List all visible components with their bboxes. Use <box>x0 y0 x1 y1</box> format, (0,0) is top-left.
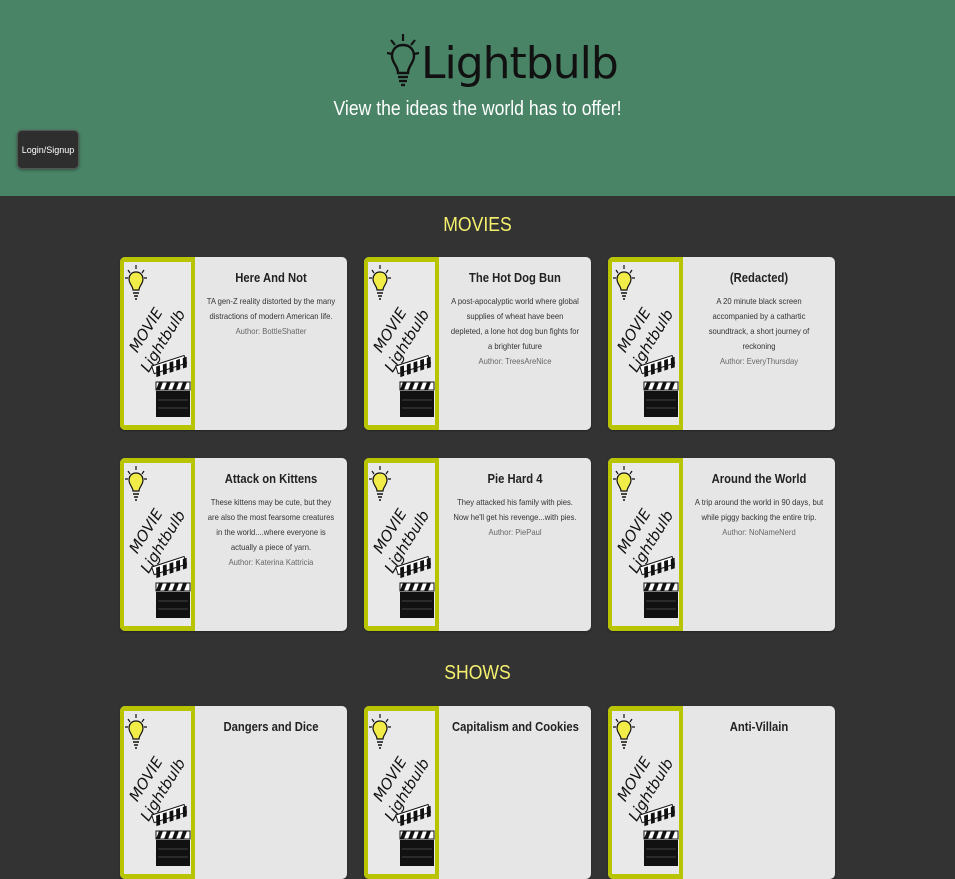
card-title: Attack on Kittens <box>224 472 318 486</box>
clapperboard-icon <box>395 354 435 417</box>
idea-card[interactable]: MOVIE Lightbulb Here And Not TA gen-Z reali… <box>120 257 347 430</box>
logo-text: Lightbulb <box>421 37 619 89</box>
lightbulb-icon <box>387 34 419 87</box>
login-signup-button[interactable]: Login/Signup <box>17 130 79 169</box>
card-title: Capitalism and Cookies <box>452 720 579 734</box>
card-description: A post-apocalyptic world where global su… <box>450 296 580 351</box>
movie-poster-image: MOVIE Lightbulb <box>120 706 195 879</box>
card-author: Author: BottleShatter <box>235 326 307 336</box>
movie-poster-image: MOVIE Lightbulb <box>608 257 683 430</box>
movie-poster-image: MOVIE Lightbulb <box>364 257 439 430</box>
card-title: Dangers and Dice <box>223 720 319 734</box>
clapperboard-icon <box>151 555 191 618</box>
idea-card[interactable]: MOVIE Lightbulb The Hot Dog Bun A post-apoc… <box>364 257 591 430</box>
movie-poster-image: MOVIE Lightbulb <box>608 458 683 631</box>
movie-poster-image: MOVIE Lightbulb <box>120 458 195 631</box>
movie-poster-image: MOVIE Lightbulb <box>364 706 439 879</box>
card-body: Anti-Villain <box>683 706 835 879</box>
card-author: Author: EveryThursday <box>719 356 799 366</box>
idea-card[interactable]: MOVIE Lightbulb Attack on Kittens These kit… <box>120 458 347 631</box>
idea-card[interactable]: MOVIE Lightbulb Pie Hard 4 They attacked hi… <box>364 458 591 631</box>
card-title: Pie Hard 4 <box>487 472 543 486</box>
site-header: Lightbulb View the ideas the world has t… <box>0 0 955 196</box>
movie-poster-image: MOVIE Lightbulb <box>608 706 683 879</box>
section-title: MOVIES <box>443 214 512 236</box>
idea-card[interactable]: MOVIE Lightbulb Capitalism and Cookies <box>364 706 591 879</box>
clapperboard-icon <box>639 354 679 417</box>
card-body: Here And Not TA gen-Z reality distorted b… <box>195 257 347 430</box>
card-body: The Hot Dog Bun A post-apocalyptic world … <box>439 257 591 430</box>
clapperboard-icon <box>639 555 679 618</box>
card-author: Author: NoNameNerd <box>722 527 796 537</box>
card-author: Author: PiePaul <box>488 527 542 537</box>
movie-poster-image: MOVIE Lightbulb <box>364 458 439 631</box>
card-description: TA gen-Z reality distorted by the many d… <box>206 296 336 321</box>
card-title: The Hot Dog Bun <box>469 271 561 285</box>
card-body: Around the World A trip around the world … <box>683 458 835 631</box>
clapperboard-icon <box>639 803 679 866</box>
card-description: A 20 minute black screen accompanied by … <box>708 296 810 351</box>
card-body: Capitalism and Cookies <box>439 706 591 879</box>
card-description: They attacked his family with pies. Now … <box>453 497 577 522</box>
tagline: View the ideas the world has to offer! <box>333 98 622 120</box>
card-author: Author: Katerina Kattricia <box>228 557 314 567</box>
card-description: These kittens may be cute, but they are … <box>207 497 335 552</box>
clapperboard-icon <box>151 354 191 417</box>
clapperboard-icon <box>151 803 191 866</box>
section-title: SHOWS <box>444 662 511 684</box>
card-title: (Redacted) <box>729 271 789 285</box>
card-title: Anti-Villain <box>729 720 789 734</box>
card-body: Dangers and Dice <box>195 706 347 879</box>
idea-card[interactable]: MOVIE Lightbulb Dangers and Dice <box>120 706 347 879</box>
card-body: Attack on Kittens These kittens may be cu… <box>195 458 347 631</box>
card-body: (Redacted) A 20 minute black screen accom… <box>683 257 835 430</box>
card-title: Here And Not <box>235 271 307 285</box>
movie-poster-image: MOVIE Lightbulb <box>120 257 195 430</box>
idea-card[interactable]: MOVIE Lightbulb Anti-Villain <box>608 706 835 879</box>
clapperboard-icon <box>395 803 435 866</box>
site-logo[interactable]: Lightbulb <box>387 28 619 98</box>
card-body: Pie Hard 4 They attacked his family with … <box>439 458 591 631</box>
idea-card[interactable]: MOVIE Lightbulb Around the World A trip aro… <box>608 458 835 631</box>
idea-card[interactable]: MOVIE Lightbulb (Redacted) A 20 minute blac… <box>608 257 835 430</box>
card-author: Author: TreesAreNice <box>478 356 552 366</box>
card-description: A trip around the world in 90 days, but … <box>694 497 824 522</box>
card-title: Around the World <box>711 472 807 486</box>
clapperboard-icon <box>395 555 435 618</box>
